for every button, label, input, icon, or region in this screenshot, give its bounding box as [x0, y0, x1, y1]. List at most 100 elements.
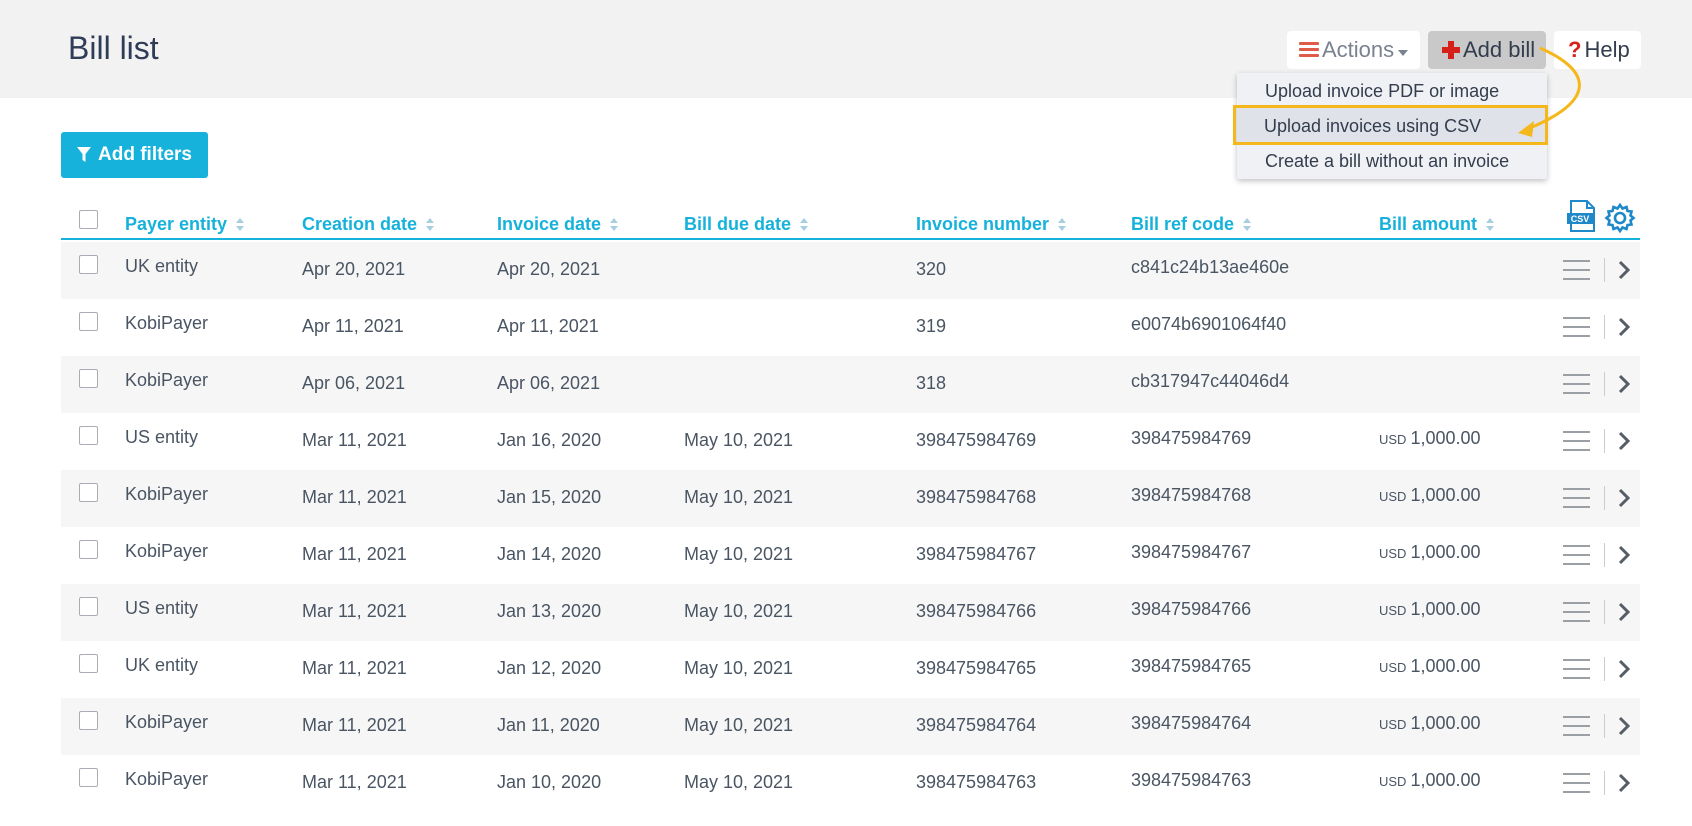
chevron-right-icon[interactable]	[1617, 658, 1631, 680]
cell-invoice-number: 398475984766	[916, 601, 1037, 621]
gear-icon[interactable]	[1604, 202, 1636, 234]
cell-creation-date: Mar 11, 2021	[302, 658, 407, 678]
column-header-invoice-date[interactable]: Invoice date	[497, 214, 619, 235]
row-divider	[1604, 429, 1605, 453]
cell-invoice-date: Apr 20, 2021	[497, 259, 601, 279]
cell-bill-amount: USD 1,000.00	[1379, 656, 1481, 677]
currency-code: USD	[1379, 603, 1407, 618]
row-menu-icon[interactable]	[1563, 260, 1590, 280]
row-checkbox[interactable]	[79, 711, 98, 730]
cell-bill-ref-code: 398475984765	[1131, 656, 1252, 676]
row-checkbox[interactable]	[79, 654, 98, 673]
actions-button[interactable]: Actions	[1287, 31, 1420, 69]
menu-item-create-without-invoice[interactable]: Create a bill without an invoice	[1265, 151, 1509, 172]
cell-invoice-date: Jan 11, 2020	[497, 715, 600, 735]
amount-value: 1,000.00	[1410, 713, 1481, 733]
add-bill-button[interactable]: Add bill	[1428, 31, 1546, 69]
actions-label: Actions	[1322, 37, 1395, 62]
amount-value: 1,000.00	[1410, 599, 1481, 619]
row-checkbox[interactable]	[79, 312, 98, 331]
cell-invoice-number: 318	[916, 373, 947, 393]
chevron-right-icon[interactable]	[1617, 544, 1631, 566]
row-checkbox[interactable]	[79, 597, 98, 616]
row-menu-icon[interactable]	[1563, 545, 1590, 565]
row-menu-icon[interactable]	[1563, 773, 1590, 793]
row-divider	[1604, 315, 1605, 339]
help-button[interactable]: ? Help	[1554, 31, 1641, 69]
cell-bill-amount: USD 1,000.00	[1379, 599, 1481, 620]
row-divider	[1604, 714, 1605, 738]
currency-code: USD	[1379, 774, 1407, 789]
cell-creation-date: Mar 11, 2021	[302, 601, 407, 621]
table-row[interactable]: US entity Mar 11, 2021 Jan 16, 2020 May 10,…	[61, 413, 1640, 470]
cell-bill-ref-code: cb317947c44046d4	[1131, 371, 1290, 391]
plus-icon	[1442, 41, 1460, 59]
cell-bill-ref-code: 398475984769	[1131, 428, 1252, 448]
chevron-right-icon[interactable]	[1617, 259, 1631, 281]
help-label: Help	[1584, 37, 1630, 62]
cell-invoice-number: 398475984764	[916, 715, 1037, 735]
row-checkbox[interactable]	[79, 483, 98, 502]
chevron-right-icon[interactable]	[1617, 373, 1631, 395]
sort-icon	[236, 218, 245, 232]
currency-code: USD	[1379, 660, 1407, 675]
row-menu-icon[interactable]	[1563, 317, 1590, 337]
column-header-bill-ref-code[interactable]: Bill ref code	[1131, 214, 1252, 235]
table-row[interactable]: UK entity Mar 11, 2021 Jan 12, 2020 May 10,…	[61, 641, 1640, 698]
row-checkbox[interactable]	[79, 768, 98, 787]
cell-payer-entity: KobiPayer	[125, 541, 209, 561]
row-menu-icon[interactable]	[1563, 659, 1590, 679]
row-divider	[1604, 372, 1605, 396]
table-row[interactable]: KobiPayer Apr 06, 2021 Apr 06, 2021 318 cb31…	[61, 356, 1640, 413]
table-row[interactable]: US entity Mar 11, 2021 Jan 13, 2020 May 10,…	[61, 584, 1640, 641]
row-menu-icon[interactable]	[1563, 488, 1590, 508]
select-all-checkbox[interactable]	[79, 210, 98, 229]
currency-code: USD	[1379, 717, 1407, 732]
cell-bill-ref-code: 398475984763	[1131, 770, 1252, 790]
row-checkbox[interactable]	[79, 426, 98, 445]
add-filters-button[interactable]: Add filters	[61, 132, 208, 178]
column-header-bill-due-date[interactable]: Bill due date	[684, 214, 809, 235]
column-header-payer-entity[interactable]: Payer entity	[125, 214, 245, 235]
menu-item-upload-csv[interactable]: Upload invoices using CSV	[1264, 116, 1481, 137]
table-row[interactable]: UK entity Apr 20, 2021 Apr 20, 2021 320 c841…	[61, 242, 1640, 299]
menu-item-upload-csv-highlight[interactable]: Upload invoices using CSV	[1233, 105, 1548, 145]
amount-value: 1,000.00	[1410, 428, 1481, 448]
chevron-right-icon[interactable]	[1617, 715, 1631, 737]
cell-payer-entity: UK entity	[125, 655, 199, 675]
table-row[interactable]: KobiPayer Apr 11, 2021 Apr 11, 2021 319 e007…	[61, 299, 1640, 356]
table-row[interactable]: KobiPayer Mar 11, 2021 Jan 11, 2020 May 10,…	[61, 698, 1640, 755]
cell-invoice-number: 398475984763	[916, 772, 1037, 792]
row-menu-icon[interactable]	[1563, 374, 1590, 394]
csv-export-icon[interactable]: CSV	[1567, 200, 1597, 232]
chevron-right-icon[interactable]	[1617, 487, 1631, 509]
chevron-right-icon[interactable]	[1617, 601, 1631, 623]
menu-item-upload-pdf[interactable]: Upload invoice PDF or image	[1265, 81, 1499, 102]
column-header-bill-amount[interactable]: Bill amount	[1379, 214, 1494, 235]
cell-bill-due-date: May 10, 2021	[684, 487, 794, 507]
cell-bill-amount: USD 1,000.00	[1379, 485, 1481, 506]
row-menu-icon[interactable]	[1563, 431, 1590, 451]
table-row[interactable]: KobiPayer Mar 11, 2021 Jan 15, 2020 May 10,…	[61, 470, 1640, 527]
row-checkbox[interactable]	[79, 540, 98, 559]
table-header: Payer entity Creation date Invoice date …	[61, 208, 1640, 240]
chevron-right-icon[interactable]	[1617, 772, 1631, 794]
chevron-right-icon[interactable]	[1617, 430, 1631, 452]
row-menu-icon[interactable]	[1563, 716, 1590, 736]
amount-value: 1,000.00	[1410, 770, 1481, 790]
cell-payer-entity: KobiPayer	[125, 370, 209, 390]
column-header-creation-date[interactable]: Creation date	[302, 214, 435, 235]
cell-invoice-date: Apr 06, 2021	[497, 373, 601, 393]
table-row[interactable]: KobiPayer Mar 11, 2021 Jan 14, 2020 May 10,…	[61, 527, 1640, 584]
row-divider	[1604, 258, 1605, 282]
row-checkbox[interactable]	[79, 369, 98, 388]
currency-code: USD	[1379, 432, 1407, 447]
row-menu-icon[interactable]	[1563, 602, 1590, 622]
column-header-invoice-number[interactable]: Invoice number	[916, 214, 1067, 235]
bill-table-body: UK entity Apr 20, 2021 Apr 20, 2021 320 c841…	[61, 242, 1640, 812]
chevron-right-icon[interactable]	[1617, 316, 1631, 338]
row-checkbox[interactable]	[79, 255, 98, 274]
cell-bill-due-date: May 10, 2021	[684, 430, 794, 450]
cell-bill-amount: USD 1,000.00	[1379, 713, 1481, 734]
table-row[interactable]: KobiPayer Mar 11, 2021 Jan 10, 2020 May 10,…	[61, 755, 1640, 812]
